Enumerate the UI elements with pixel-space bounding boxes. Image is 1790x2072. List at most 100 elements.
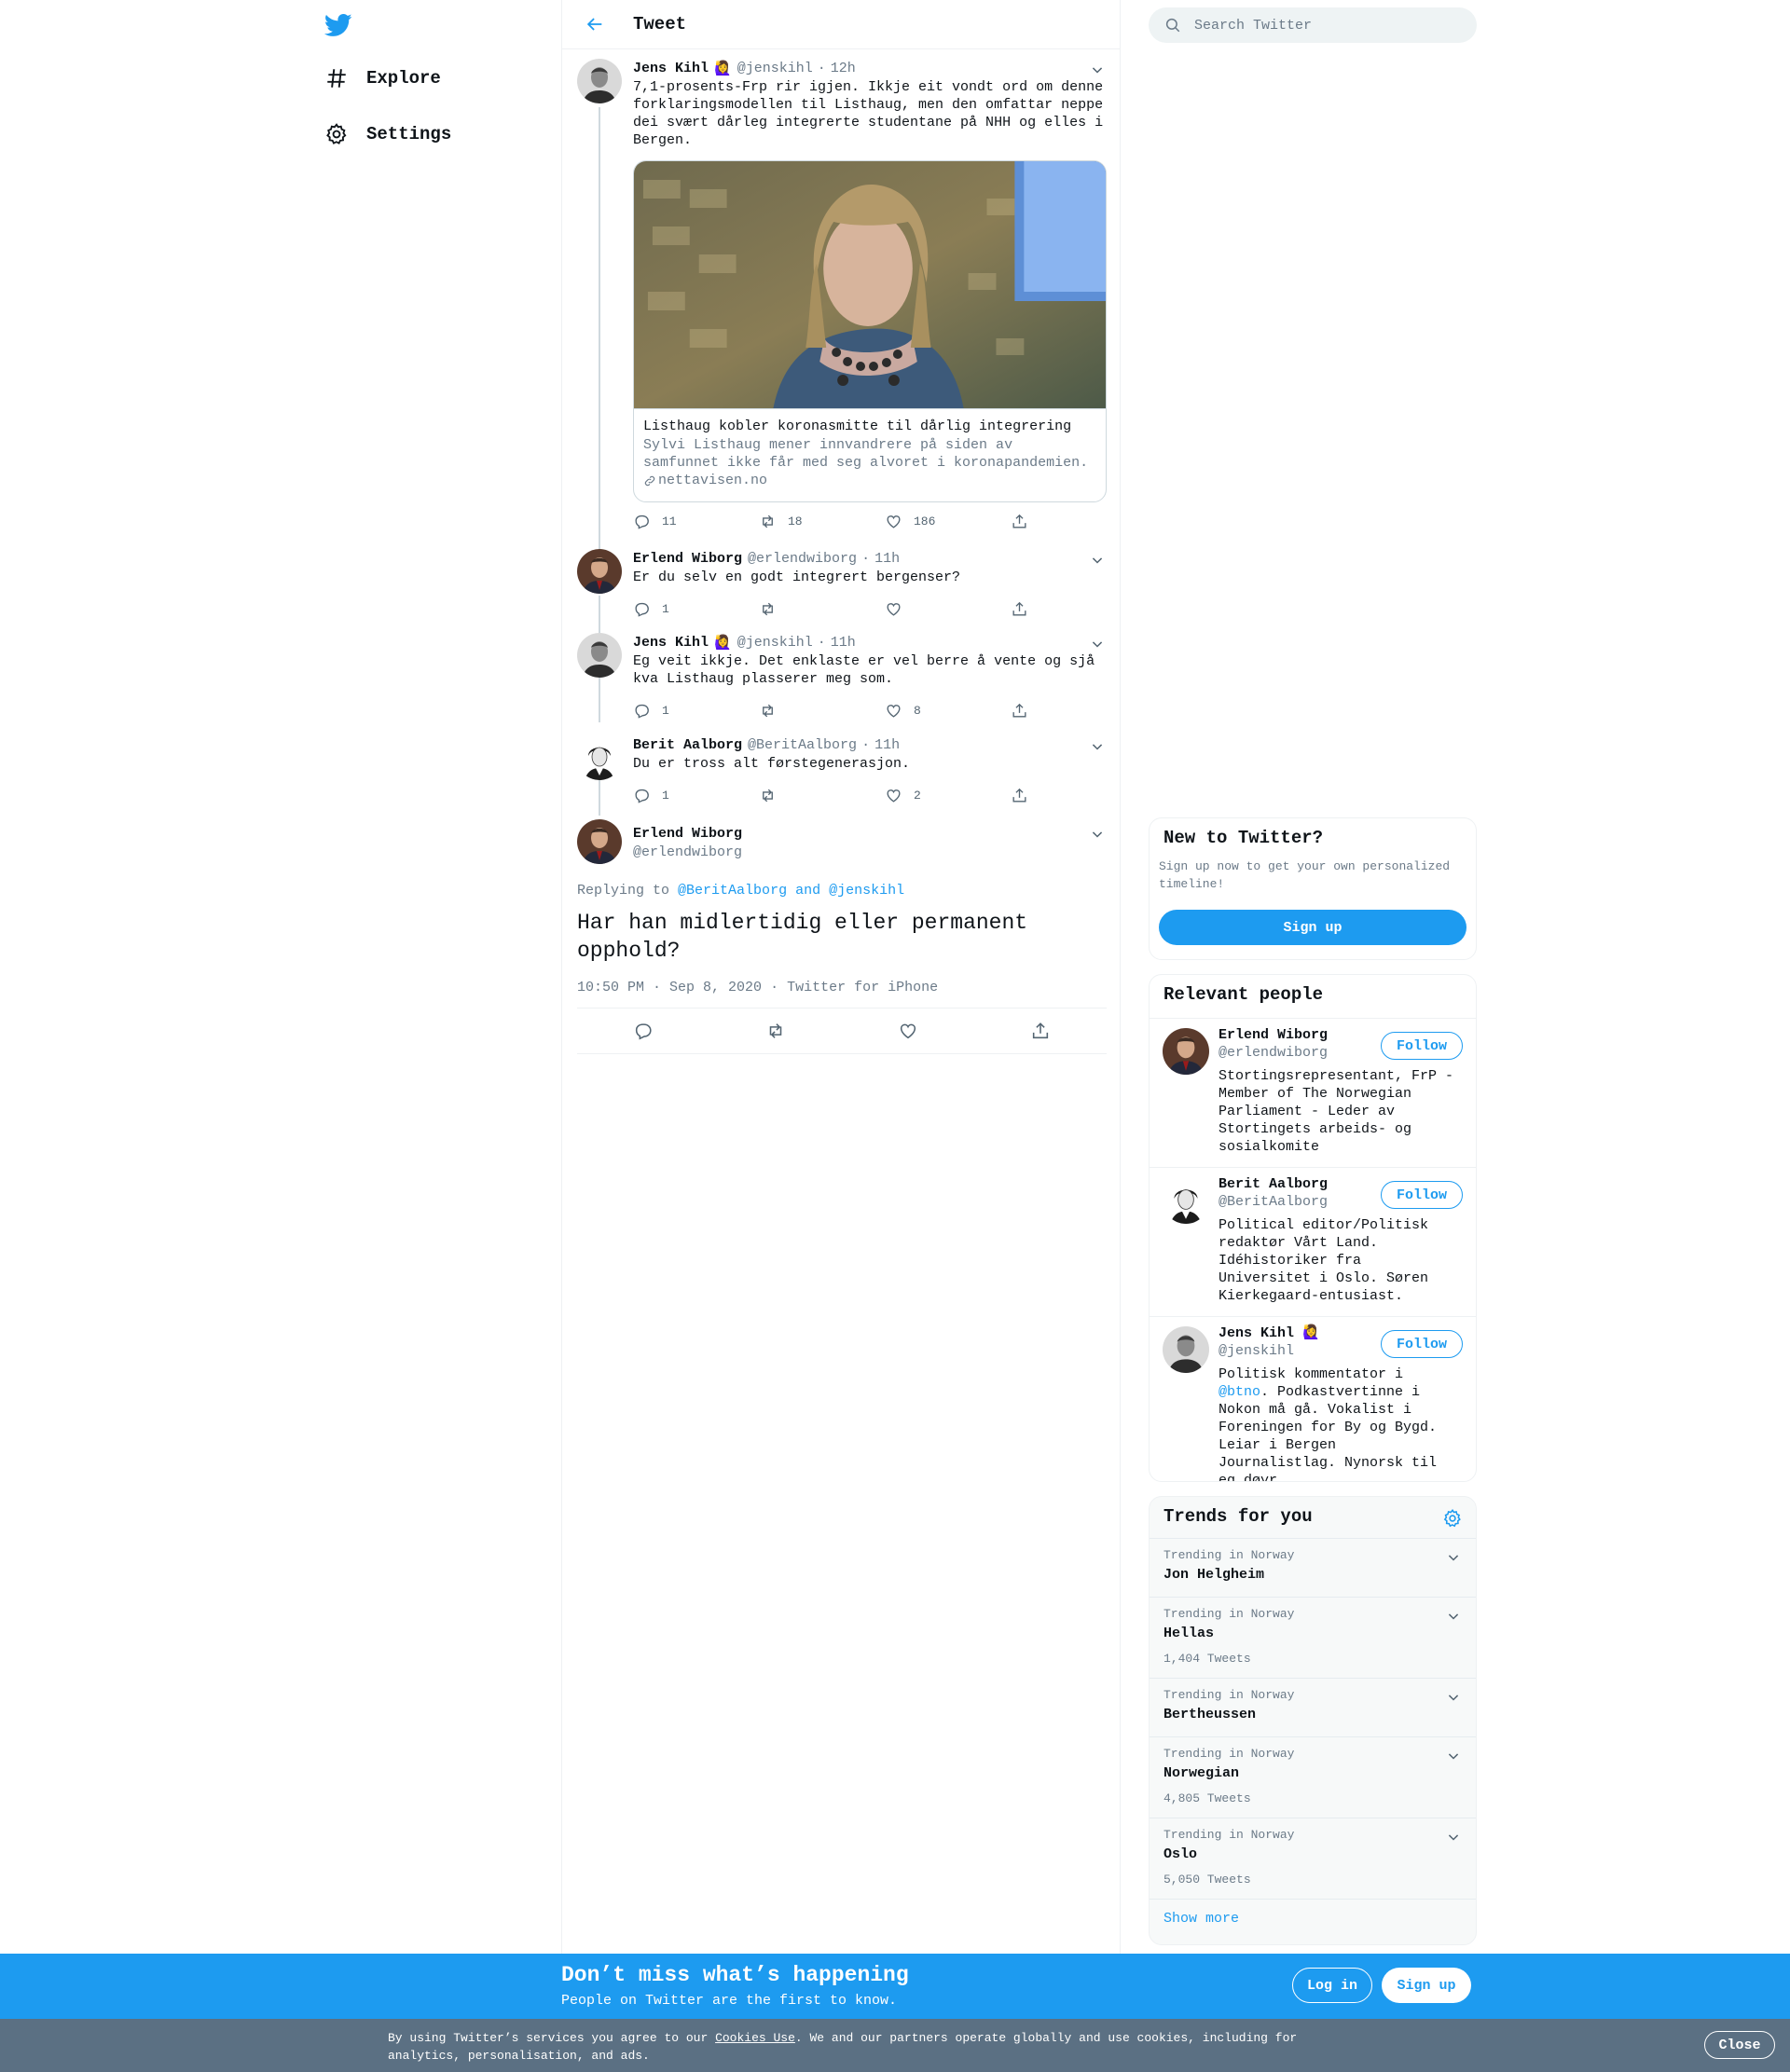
share-button[interactable] <box>1026 1017 1054 1045</box>
reply-button[interactable]: 1 <box>633 702 759 720</box>
chevron-down-icon[interactable] <box>1444 1548 1463 1567</box>
author-name[interactable]: Berit Aalborg <box>633 737 742 753</box>
avatar[interactable] <box>577 633 622 678</box>
tweet-time[interactable]: 11h <box>831 635 856 651</box>
focused-tweet: Erlend Wiborg @erlendwiborg Replying to … <box>577 819 1107 1058</box>
tweet[interactable]: Jens Kihl 🙋‍♀️ @jenskihl · 12h 7,1-prose… <box>577 59 1107 543</box>
chevron-down-icon[interactable] <box>1088 551 1107 569</box>
author-name[interactable]: Jens Kihl <box>633 61 709 76</box>
reply-button[interactable]: 11 <box>633 513 759 530</box>
search-box[interactable] <box>1149 7 1477 43</box>
sidebar-signup-button[interactable]: Sign up <box>1159 910 1466 945</box>
person-emoji: 🙋‍♀️ <box>1302 1325 1320 1341</box>
bio-mention-link[interactable]: @btno <box>1219 1384 1260 1400</box>
author-handle[interactable]: @jenskihl <box>737 61 813 76</box>
chevron-down-icon[interactable] <box>1444 1607 1463 1626</box>
author-handle[interactable]: @erlendwiborg <box>633 844 742 862</box>
author-handle[interactable]: @erlendwiborg <box>748 551 857 567</box>
chevron-down-icon[interactable] <box>1088 61 1107 79</box>
banner-title: Don’t miss what’s happening <box>561 1963 909 1987</box>
cookies-use-link[interactable]: Cookies Use <box>715 2031 795 2045</box>
chevron-down-icon[interactable] <box>1088 737 1107 756</box>
trend-item[interactable]: Trending in Norway Bertheussen <box>1150 1678 1476 1736</box>
show-more-link[interactable]: Show more <box>1164 1911 1239 1927</box>
share-button[interactable] <box>1011 787 1039 804</box>
link-card[interactable]: Listhaug kobler koronasmitte til dårlig … <box>633 160 1107 502</box>
tweet-time[interactable]: 11h <box>874 737 900 753</box>
card-info: Listhaug kobler koronasmitte til dårlig … <box>634 408 1106 501</box>
avatar[interactable] <box>577 549 622 594</box>
trend-item[interactable]: Trending in Norway Hellas 1,404 Tweets <box>1150 1597 1476 1678</box>
replying-to-users[interactable]: @BeritAalborg and @jenskihl <box>678 883 904 899</box>
retweet-button[interactable] <box>759 787 885 804</box>
tweet-date[interactable]: Sep 8, 2020 <box>669 980 762 995</box>
avatar[interactable] <box>1163 1028 1209 1075</box>
gear-icon[interactable] <box>1442 1508 1463 1529</box>
reply-button[interactable]: 1 <box>633 600 759 618</box>
person-name[interactable]: Jens Kihl <box>1219 1325 1294 1341</box>
retweet-button[interactable]: 18 <box>759 513 885 530</box>
twitter-bird-icon[interactable] <box>324 11 354 41</box>
retweet-button[interactable] <box>762 1017 790 1045</box>
share-button[interactable] <box>1011 702 1039 720</box>
trend-item[interactable]: Trending in Norway Jon Helgheim <box>1150 1538 1476 1597</box>
chevron-down-icon[interactable] <box>1444 1828 1463 1846</box>
author-handle[interactable]: @jenskihl <box>737 635 813 651</box>
separator-dot: · <box>861 736 871 753</box>
author-name[interactable]: Erlend Wiborg <box>633 825 742 844</box>
retweet-button[interactable] <box>759 600 885 618</box>
tweet-time[interactable]: 10:50 PM <box>577 980 644 995</box>
tweet-time[interactable]: 11h <box>874 551 900 567</box>
trends-title: Trends for you <box>1164 1506 1313 1527</box>
reply-button[interactable] <box>629 1017 657 1045</box>
avatar[interactable] <box>577 819 622 864</box>
chevron-down-icon[interactable] <box>1088 635 1107 653</box>
like-button[interactable]: 186 <box>885 513 1011 530</box>
link-icon <box>643 474 658 487</box>
avatar[interactable] <box>577 59 622 103</box>
person-card[interactable]: Erlend Wiborg @erlendwiborg Stortingsrep… <box>1150 1018 1476 1167</box>
tweet-source[interactable]: Twitter for iPhone <box>787 980 938 995</box>
separator-dot: · <box>817 634 826 651</box>
follow-button[interactable]: Follow <box>1381 1032 1463 1060</box>
like-button[interactable]: 2 <box>885 787 1011 804</box>
share-button[interactable] <box>1011 600 1039 618</box>
person-card[interactable]: Berit Aalborg @BeritAalborg Political ed… <box>1150 1167 1476 1316</box>
tweet[interactable]: Berit Aalborg @BeritAalborg · 11h Du er … <box>577 735 1107 814</box>
follow-button[interactable]: Follow <box>1381 1181 1463 1209</box>
author-name[interactable]: Erlend Wiborg <box>633 551 742 567</box>
follow-button[interactable]: Follow <box>1381 1330 1463 1358</box>
like-button[interactable] <box>894 1017 922 1045</box>
close-button[interactable]: Close <box>1704 2031 1775 2059</box>
conversation-thread: Jens Kihl 🙋‍♀️ @jenskihl · 12h 7,1-prose… <box>562 49 1122 1056</box>
person-bio: Political editor/Politisk redaktør Vårt … <box>1219 1217 1429 1304</box>
focused-tweet-author[interactable]: Erlend Wiborg @erlendwiborg <box>633 825 742 862</box>
share-button[interactable] <box>1011 513 1039 530</box>
trend-item[interactable]: Trending in Norway Norwegian 4,805 Tweet… <box>1150 1736 1476 1818</box>
tweet-time[interactable]: 12h <box>831 61 856 76</box>
back-button[interactable] <box>581 10 609 38</box>
reply-button[interactable]: 1 <box>633 787 759 804</box>
trend-item[interactable]: Trending in Norway Oslo 5,050 Tweets <box>1150 1818 1476 1899</box>
avatar[interactable] <box>577 735 622 780</box>
chevron-down-icon[interactable] <box>1088 825 1107 844</box>
retweet-button[interactable] <box>759 702 885 720</box>
chevron-down-icon[interactable] <box>1444 1688 1463 1707</box>
avatar[interactable] <box>1163 1326 1209 1373</box>
chevron-down-icon[interactable] <box>1444 1747 1463 1765</box>
search-input[interactable] <box>1194 17 1455 34</box>
share-icon <box>1011 787 1028 804</box>
person-card[interactable]: Jens Kihl 🙋‍♀️ @jenskihl Politisk kommen… <box>1150 1316 1476 1481</box>
signup-button[interactable]: Sign up <box>1382 1968 1471 2003</box>
avatar[interactable] <box>1163 1177 1209 1224</box>
author-handle[interactable]: @BeritAalborg <box>748 737 857 753</box>
login-button[interactable]: Log in <box>1292 1968 1372 2003</box>
author-name[interactable]: Jens Kihl <box>633 635 709 651</box>
like-button[interactable] <box>885 600 1011 618</box>
tweet[interactable]: Jens Kihl 🙋‍♀️ @jenskihl · 11h Eg veit i… <box>577 633 1107 730</box>
nav-settings[interactable]: Settings <box>324 114 451 155</box>
like-button[interactable]: 8 <box>885 702 1011 720</box>
tweet[interactable]: Erlend Wiborg @erlendwiborg · 11h Er du … <box>577 549 1107 627</box>
show-more-row[interactable]: Show more <box>1150 1899 1476 1944</box>
nav-explore[interactable]: Explore <box>324 58 441 99</box>
